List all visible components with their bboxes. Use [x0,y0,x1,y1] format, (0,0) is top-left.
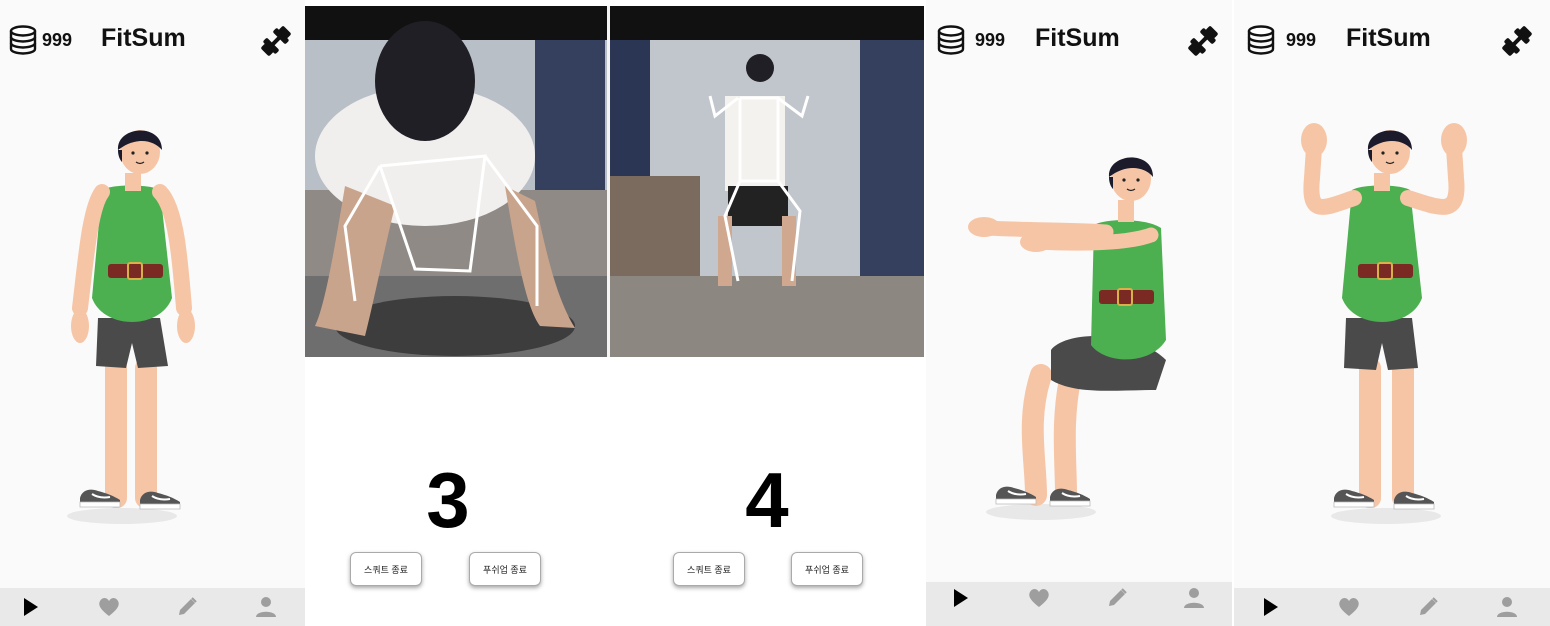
home-screen-squat: 999 FitSum [926,0,1232,626]
camera-feed-squat [610,6,924,357]
home-screen-arms-up: 999 FitSum [1234,0,1550,626]
coin-count: 999 [42,30,73,50]
person-icon[interactable] [1494,594,1520,620]
bottom-nav [0,588,305,626]
dumbbell-icon[interactable] [1500,24,1534,58]
dumbbell-icon[interactable] [259,24,293,58]
pencil-icon[interactable] [174,594,200,620]
heart-icon[interactable] [96,594,122,620]
camera-feed-pushup [305,6,607,357]
workout-screen: 3 4 스쿼트 종료 푸쉬업 종료 스쿼트 종료 푸쉬업 종료 [305,0,924,626]
play-icon[interactable] [1258,594,1284,620]
bottom-nav [1234,588,1550,626]
pencil-icon[interactable] [1104,585,1130,611]
app-title: FitSum [101,24,186,52]
end-pushup-button-2[interactable]: 푸쉬업 종료 [791,552,863,586]
heart-icon[interactable] [1336,594,1362,620]
end-pushup-button[interactable]: 푸쉬업 종료 [469,552,541,586]
coins-icon [1247,25,1275,55]
pushup-count: 4 [745,456,789,544]
avatar-standing [67,129,195,524]
coins-icon [937,25,965,55]
app-title: FitSum [1035,24,1120,52]
person-icon[interactable] [1181,585,1207,611]
app-bar: 999 FitSum [0,14,305,64]
coins-icon [9,25,37,55]
person-icon[interactable] [253,594,279,620]
app-bar: 999 FitSum [926,14,1232,64]
dumbbell-icon[interactable] [1186,24,1220,58]
app-bar: 999 FitSum [1234,14,1550,64]
squat-count: 3 [426,456,470,544]
app-title: FitSum [1346,24,1431,52]
home-screen-standing: 999 FitSum [0,0,305,626]
pencil-icon[interactable] [1415,594,1441,620]
coin-count: 999 [1286,30,1317,50]
avatar-squat [968,156,1166,520]
avatar-arms-up [1301,123,1467,524]
play-icon[interactable] [948,585,974,611]
end-squat-button-2[interactable]: 스쿼트 종료 [673,552,745,586]
heart-icon[interactable] [1026,585,1052,611]
coin-count: 999 [975,30,1006,50]
play-icon[interactable] [18,594,44,620]
bottom-nav [926,582,1232,626]
end-squat-button[interactable]: 스쿼트 종료 [350,552,422,586]
